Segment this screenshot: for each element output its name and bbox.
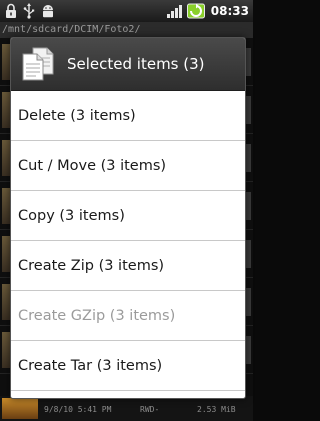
- files-icon: [21, 46, 55, 82]
- status-indicators: 08:33: [166, 3, 253, 19]
- menu-item-create-zip[interactable]: Create Zip (3 items): [11, 241, 245, 291]
- file-permissions: RWD-: [140, 405, 160, 414]
- current-path: /mnt/sdcard/DCIM/Foto2/: [0, 22, 253, 38]
- file-thumbnail: [2, 284, 10, 320]
- usb-icon: [23, 3, 35, 19]
- list-item-partial: 9/8/10 5:41 PM RWD- 2.53 MiB: [0, 396, 253, 421]
- battery-charging-icon: [186, 3, 205, 19]
- menu-item-create-tar[interactable]: Create Tar (3 items): [11, 341, 245, 391]
- menu-item-create-gzip: Create GZip (3 items): [11, 291, 245, 341]
- dialog-header: Selected items (3): [11, 38, 245, 91]
- file-thumbnail: [2, 398, 38, 419]
- android-icon: [41, 3, 55, 19]
- file-date: 9/8/10 5:41 PM: [44, 405, 112, 414]
- file-thumbnail: [2, 236, 10, 272]
- dialog-title: Selected items (3): [67, 55, 205, 73]
- file-thumbnail: [2, 188, 10, 224]
- file-size: 2.53 MiB: [197, 405, 236, 414]
- file-thumbnail: [2, 332, 10, 368]
- menu-item-cut-move[interactable]: Cut / Move (3 items): [11, 141, 245, 191]
- selected-items-dialog: Selected items (3) Delete (3 items) Cut …: [10, 37, 246, 399]
- menu-item-delete[interactable]: Delete (3 items): [11, 91, 245, 141]
- menu-item-copy[interactable]: Copy (3 items): [11, 191, 245, 241]
- file-thumbnail: [2, 140, 10, 176]
- file-thumbnail: [2, 92, 10, 128]
- status-bar: 08:33: [0, 0, 253, 22]
- signal-icon: [166, 3, 184, 19]
- file-thumbnail: [2, 44, 10, 80]
- lock-icon: [5, 3, 17, 19]
- status-notifications: [0, 3, 55, 19]
- clock: 08:33: [210, 4, 249, 18]
